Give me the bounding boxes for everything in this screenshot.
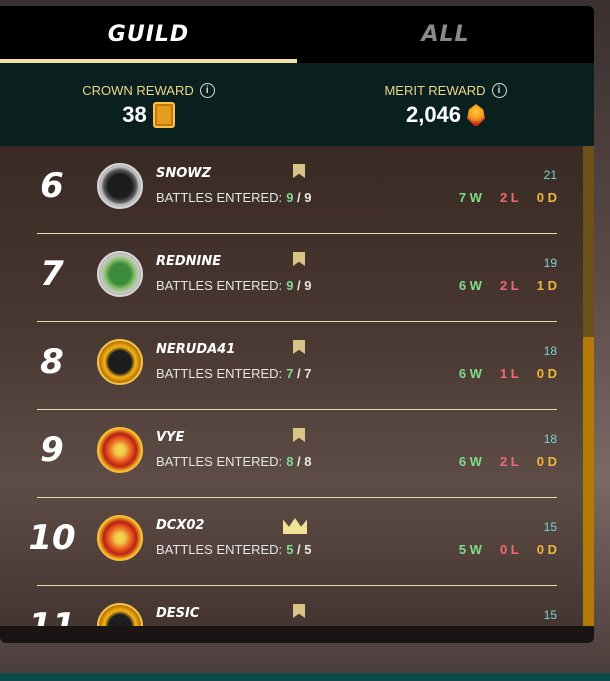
record: 6 W1 L0 D: [458, 366, 557, 381]
merit-reward-value: 2,046: [405, 102, 462, 127]
list-item[interactable]: 9 VYE BATTLES ENTERED: 8 / 8 18 6 W2 L0 D: [37, 410, 557, 498]
info-icon[interactable]: i: [199, 83, 215, 98]
merit-gem-icon: [467, 104, 486, 126]
member-list[interactable]: 6 SNOWZ BATTLES ENTERED: 9 / 9 21 7 W2 L0…: [0, 146, 583, 626]
bookmark-icon: [293, 252, 305, 266]
score: 15: [543, 608, 557, 622]
score: 19: [543, 256, 557, 270]
record: 6 W2 L1 D: [458, 278, 557, 293]
rank-number: 11: [28, 606, 76, 626]
bookmark-icon: [293, 604, 305, 618]
record: 6 W2 L0 D: [458, 454, 557, 469]
battles-entered: BATTLES ENTERED: 7 / 7: [156, 366, 312, 381]
score: 15: [543, 520, 557, 534]
avatar: [97, 603, 143, 626]
tab-all[interactable]: ALL: [297, 6, 594, 63]
score: 18: [543, 432, 557, 446]
bookmark-icon: [293, 340, 305, 354]
player-name[interactable]: DESIC: [156, 606, 199, 621]
merit-reward: MERIT REWARD i 2,046: [297, 63, 594, 152]
crown-reward: CROWN REWARD i 38: [0, 63, 297, 152]
scrollbar-thumb[interactable]: [583, 337, 594, 626]
list-item[interactable]: 7 REDNINE BATTLES ENTERED: 9 / 9 19 6 W2 …: [37, 234, 557, 322]
tab-bar: GUILD ALL: [0, 6, 594, 63]
tab-guild[interactable]: GUILD: [0, 6, 297, 63]
crown-reward-value: 38: [122, 102, 147, 127]
battles-entered: BATTLES ENTERED: 9 / 9: [156, 190, 312, 205]
list-item[interactable]: 6 SNOWZ BATTLES ENTERED: 9 / 9 21 7 W2 L0…: [37, 146, 557, 234]
list-item[interactable]: 10 DCX02 BATTLES ENTERED: 5 / 5 15 5 W0 L…: [28, 498, 557, 586]
rank-number: 7: [40, 254, 64, 294]
merit-reward-label: MERIT REWARD: [384, 83, 486, 98]
battles-entered: BATTLES ENTERED: 8 / 8: [156, 454, 312, 469]
background-strip: [0, 673, 610, 681]
info-icon[interactable]: i: [491, 83, 507, 98]
score: 21: [543, 168, 557, 182]
crown-reward-label: CROWN REWARD: [82, 83, 194, 98]
bookmark-icon: [293, 164, 305, 178]
avatar: [97, 515, 143, 561]
player-name[interactable]: SNOWZ: [156, 166, 211, 181]
list-item[interactable]: 11 DESIC 15: [28, 586, 557, 626]
avatar: [97, 163, 143, 209]
avatar: [97, 251, 143, 297]
rank-number: 8: [40, 342, 64, 382]
rank-number: 10: [28, 518, 76, 558]
crown-icon: [283, 518, 307, 534]
rank-number: 9: [40, 430, 64, 470]
battles-entered: BATTLES ENTERED: 9 / 9: [156, 278, 312, 293]
record: 5 W0 L0 D: [458, 542, 557, 557]
player-name[interactable]: REDNINE: [156, 254, 221, 269]
record: 7 W2 L0 D: [458, 190, 557, 205]
avatar: [97, 339, 143, 385]
avatar: [97, 427, 143, 473]
rewards-bar: CROWN REWARD i 38 MERIT REWARD i 2,046: [0, 63, 594, 153]
score: 18: [543, 344, 557, 358]
crown-token-icon: [152, 102, 175, 128]
player-name[interactable]: NERUDA41: [156, 342, 235, 357]
battles-entered: BATTLES ENTERED: 5 / 5: [156, 542, 312, 557]
list-item[interactable]: 8 NERUDA41 BATTLES ENTERED: 7 / 7 18 6 W1…: [37, 322, 557, 410]
player-name[interactable]: VYE: [156, 430, 184, 445]
rank-number: 6: [40, 166, 64, 206]
bookmark-icon: [293, 428, 305, 442]
active-tab-indicator: [0, 59, 297, 63]
player-name[interactable]: DCX02: [156, 518, 204, 533]
